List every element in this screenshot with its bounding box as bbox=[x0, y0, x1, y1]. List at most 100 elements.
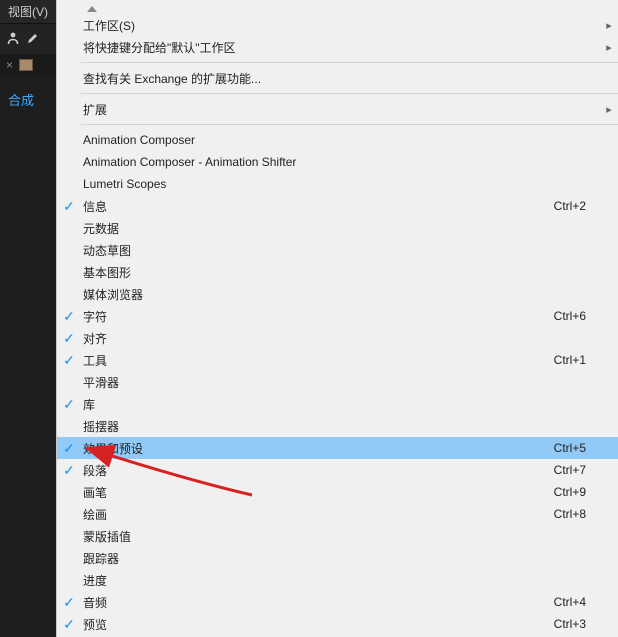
menu-item-label: 库 bbox=[81, 396, 600, 413]
menu-item[interactable]: 绘画Ctrl+8 bbox=[57, 503, 618, 525]
menu-item-shortcut: Ctrl+8 bbox=[554, 507, 600, 521]
tab-thumbnail[interactable] bbox=[19, 59, 33, 71]
check-column: ✓ bbox=[57, 309, 81, 323]
check-column: ✓ bbox=[57, 617, 81, 631]
menu-item[interactable]: 媒体浏览器 bbox=[57, 283, 618, 305]
menu-item-label: 段落 bbox=[81, 462, 554, 479]
menu-item-label: 动态草图 bbox=[81, 242, 600, 259]
app-left-panel: 视图(V) × 合成 bbox=[0, 0, 56, 637]
check-column: ✓ bbox=[57, 397, 81, 411]
check-icon: ✓ bbox=[63, 331, 75, 345]
menu-separator bbox=[81, 124, 618, 125]
window-menu-dropdown: 工作区(S)▸ 将快捷键分配给"默认"工作区 ▸ 查找有关 Exchange 的扩展功… bbox=[56, 0, 618, 637]
tool-row bbox=[0, 24, 56, 54]
menu-item[interactable]: 动态草图 bbox=[57, 239, 618, 261]
brush-icon[interactable] bbox=[26, 31, 40, 48]
menu-item-label: 效果和预设 bbox=[81, 440, 554, 457]
menu-item[interactable]: ✓ 工具Ctrl+1 bbox=[57, 349, 618, 371]
menu-item[interactable]: 查找有关 Exchange 的扩展功能... bbox=[57, 67, 618, 89]
menu-item-label: Animation Composer - Animation Shifter bbox=[81, 155, 600, 169]
menu-item-label: 扩展 bbox=[81, 101, 600, 118]
menu-separator bbox=[81, 93, 618, 94]
submenu-column: ▸ bbox=[600, 41, 618, 54]
menu-item-shortcut: Ctrl+4 bbox=[554, 595, 600, 609]
chevron-right-icon: ▸ bbox=[606, 41, 612, 54]
menu-scroll-up[interactable] bbox=[57, 0, 618, 14]
menu-item[interactable]: 工作区(S)▸ bbox=[57, 14, 618, 36]
check-column: ✓ bbox=[57, 331, 81, 345]
submenu-column: ▸ bbox=[600, 19, 618, 32]
menu-item-shortcut: Ctrl+2 bbox=[554, 199, 600, 213]
menu-item-label: 基本图形 bbox=[81, 264, 600, 281]
menu-item-label: 媒体浏览器 bbox=[81, 286, 600, 303]
menu-item-label: 音频 bbox=[81, 594, 554, 611]
menu-item[interactable]: Animation Composer - Animation Shifter bbox=[57, 151, 618, 173]
menu-item-label: 预览 bbox=[81, 616, 554, 633]
menu-view[interactable]: 视图(V) bbox=[4, 3, 52, 20]
menu-item-label: 跟踪器 bbox=[81, 550, 600, 567]
check-column: ✓ bbox=[57, 199, 81, 213]
menu-item-shortcut: Ctrl+1 bbox=[554, 353, 600, 367]
menu-item-label: Animation Composer bbox=[81, 133, 600, 147]
menu-item-label: 工具 bbox=[81, 352, 554, 369]
check-icon: ✓ bbox=[63, 441, 75, 455]
submenu-column: ▸ bbox=[600, 103, 618, 116]
menu-bar: 视图(V) bbox=[0, 0, 56, 24]
menu-item[interactable]: 基本图形 bbox=[57, 261, 618, 283]
check-column: ✓ bbox=[57, 463, 81, 477]
menu-item-label: 摇摆器 bbox=[81, 418, 600, 435]
menu-item[interactable]: ✓ 预览Ctrl+3 bbox=[57, 613, 618, 635]
menu-item[interactable]: 画笔Ctrl+9 bbox=[57, 481, 618, 503]
menu-item-shortcut: Ctrl+9 bbox=[554, 485, 600, 499]
check-icon: ✓ bbox=[63, 463, 75, 477]
close-icon[interactable]: × bbox=[6, 58, 13, 72]
check-icon: ✓ bbox=[63, 397, 75, 411]
menu-item-label: 画笔 bbox=[81, 484, 554, 501]
tab-row: × bbox=[0, 54, 56, 76]
check-icon: ✓ bbox=[63, 309, 75, 323]
menu-item-shortcut: Ctrl+6 bbox=[554, 309, 600, 323]
menu-item[interactable]: ✓ 字符Ctrl+6 bbox=[57, 305, 618, 327]
menu-item[interactable]: 平滑器 bbox=[57, 371, 618, 393]
menu-item-label: 平滑器 bbox=[81, 374, 600, 391]
menu-item-label: 字符 bbox=[81, 308, 554, 325]
menu-item-shortcut: Ctrl+3 bbox=[554, 617, 600, 631]
menu-item-label: 元数据 bbox=[81, 220, 600, 237]
menu-item[interactable]: 扩展 ▸ bbox=[57, 98, 618, 120]
menu-item[interactable]: 将快捷键分配给"默认"工作区 ▸ bbox=[57, 36, 618, 58]
chevron-up-icon bbox=[87, 6, 97, 12]
menu-item[interactable]: Animation Composer bbox=[57, 129, 618, 151]
chevron-right-icon: ▸ bbox=[606, 103, 612, 116]
person-icon[interactable] bbox=[6, 31, 20, 48]
menu-item[interactable]: 摇摆器 bbox=[57, 415, 618, 437]
check-icon: ✓ bbox=[63, 353, 75, 367]
menu-item-shortcut: Ctrl+7 bbox=[554, 463, 600, 477]
menu-item[interactable]: ✓ 信息Ctrl+2 bbox=[57, 195, 618, 217]
menu-item-label: 将快捷键分配给"默认"工作区 bbox=[81, 39, 600, 56]
menu-item-label: 蒙版插值 bbox=[81, 528, 600, 545]
menu-item[interactable]: ✓ 段落Ctrl+7 bbox=[57, 459, 618, 481]
menu-item-label: 查找有关 Exchange 的扩展功能... bbox=[81, 70, 600, 87]
menu-item[interactable]: 进度 bbox=[57, 569, 618, 591]
menu-item[interactable]: ✓ 效果和预设Ctrl+5 bbox=[57, 437, 618, 459]
menu-item-label: 信息 bbox=[81, 198, 554, 215]
menu-item-label: Lumetri Scopes bbox=[81, 177, 600, 191]
check-column: ✓ bbox=[57, 441, 81, 455]
chevron-right-icon: ▸ bbox=[606, 19, 612, 32]
menu-item[interactable]: ✓ 音频Ctrl+4 bbox=[57, 591, 618, 613]
check-column: ✓ bbox=[57, 595, 81, 609]
menu-item[interactable]: Lumetri Scopes bbox=[57, 173, 618, 195]
menu-item[interactable]: 元数据 bbox=[57, 217, 618, 239]
menu-item[interactable]: ✓库 bbox=[57, 393, 618, 415]
panel-label-composition[interactable]: 合成 bbox=[0, 90, 56, 109]
menu-item[interactable]: 跟踪器 bbox=[57, 547, 618, 569]
check-column: ✓ bbox=[57, 353, 81, 367]
check-icon: ✓ bbox=[63, 199, 75, 213]
check-icon: ✓ bbox=[63, 617, 75, 631]
menu-item-label: 对齐 bbox=[81, 330, 600, 347]
menu-item[interactable]: 蒙版插值 bbox=[57, 525, 618, 547]
menu-item-label: 进度 bbox=[81, 572, 600, 589]
menu-item[interactable]: ✓ 对齐 bbox=[57, 327, 618, 349]
check-icon: ✓ bbox=[63, 595, 75, 609]
menu-item-shortcut: Ctrl+5 bbox=[554, 441, 600, 455]
